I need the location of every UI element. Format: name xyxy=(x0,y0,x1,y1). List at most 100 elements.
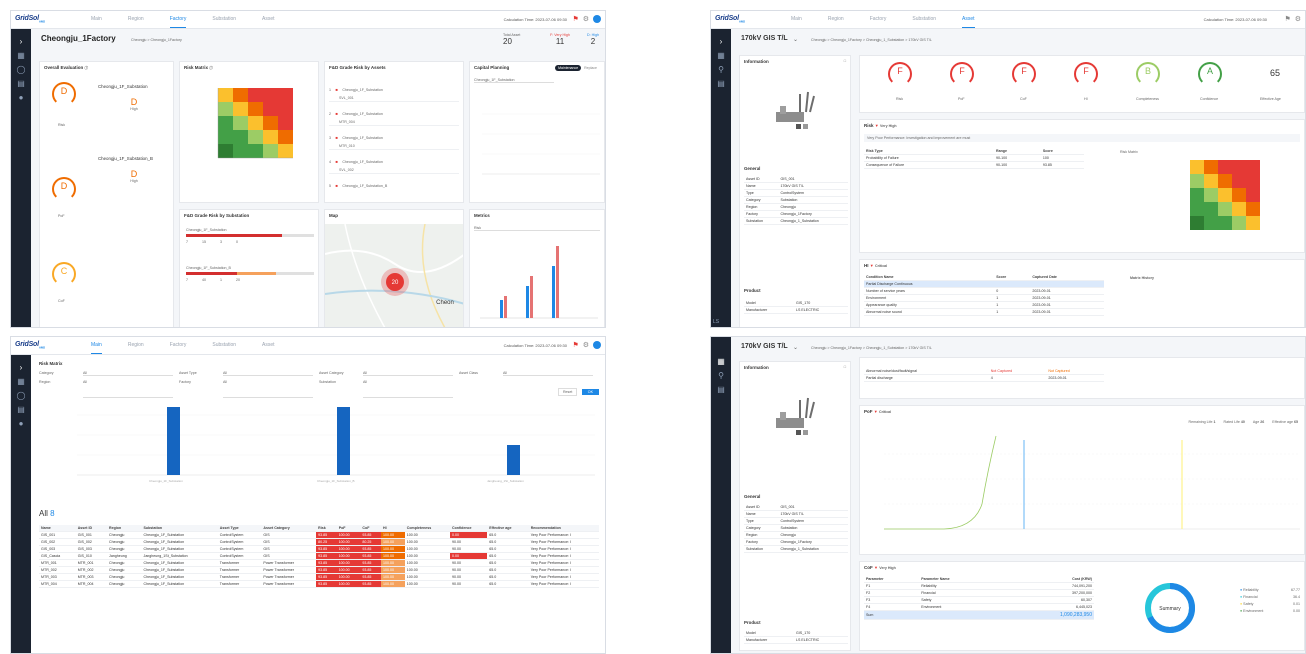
table-row[interactable]: MTR_004 MTR_004 Cheongju Cheongju_1F_Substa… xyxy=(39,580,599,588)
dashboard-icon[interactable]: ▦ xyxy=(11,49,31,63)
tab-main[interactable]: Main xyxy=(791,16,802,28)
table-icon[interactable]: ▤ xyxy=(11,403,31,417)
general-title: General xyxy=(744,166,761,171)
tab-main[interactable]: Main xyxy=(91,16,102,28)
region-filter[interactable]: Region All xyxy=(39,380,173,398)
menu-icon[interactable]: › xyxy=(711,35,731,49)
app-logo[interactable]: GridSolAMS xyxy=(715,15,745,23)
tab-substation[interactable]: Substation xyxy=(212,342,236,354)
user-avatar-icon[interactable] xyxy=(593,341,601,349)
cof-gauge: C xyxy=(52,262,76,286)
chevron-down-icon[interactable]: ⌄ xyxy=(793,36,798,43)
table-row[interactable]: Partial Discharge Continuous xyxy=(864,280,1104,288)
table-row[interactable]: MTR_002 MTR_002 Cheongju Cheongju_1F_Substa… xyxy=(39,566,599,574)
table-row[interactable]: Abnormal noise sound 1 2023-09-01 xyxy=(864,308,1104,316)
tab-region[interactable]: Region xyxy=(128,16,144,28)
menu-icon[interactable]: › xyxy=(11,35,31,49)
chevron-down-icon[interactable]: ⌄ xyxy=(793,344,798,351)
table-row: Factory Cheongju_1Factory xyxy=(744,538,848,546)
tab-substation[interactable]: Substation xyxy=(912,16,936,28)
tab-region[interactable]: Region xyxy=(128,342,144,354)
expand-icon[interactable]: □ xyxy=(844,59,846,63)
tab-asset[interactable]: Asset xyxy=(962,16,975,28)
expand-icon[interactable]: □ xyxy=(844,365,846,369)
list-item[interactable]: 5 ■ Cheongju_1F_Substation_B xyxy=(329,174,459,198)
factory-filter[interactable]: Factory All xyxy=(179,380,313,398)
table-row[interactable]: Environment 1 2023-09-01 xyxy=(864,294,1104,302)
tab-factory[interactable]: Factory xyxy=(870,16,887,28)
substation-item[interactable]: Cheongju_1F_Substation_B D High xyxy=(98,156,170,183)
reset-button[interactable]: Reset xyxy=(557,388,578,396)
table-row: F4 Environment 6,445,023 xyxy=(864,603,1094,611)
tab-asset[interactable]: Asset xyxy=(262,16,275,28)
info-icon[interactable]: ⓘ xyxy=(85,66,89,70)
bell-icon[interactable]: ⚑ xyxy=(1284,15,1290,23)
globe-icon[interactable]: ◯ xyxy=(11,389,31,403)
tab-factory[interactable]: Factory xyxy=(169,16,187,28)
gear-icon[interactable]: ⚙ xyxy=(583,341,589,349)
dashboard-icon[interactable]: ▦ xyxy=(711,49,731,63)
gear-icon[interactable]: ⚙ xyxy=(583,15,589,23)
map-title: Map xyxy=(329,213,338,218)
list-item[interactable]: 4 ■ Cheongju_1F_Substation SVL_002 xyxy=(329,150,459,174)
general-table: Asset ID GIS_001 Name 170kV GIS T/L Type Co… xyxy=(744,176,848,225)
substation-item[interactable]: Cheongju_1F_Substation D High xyxy=(98,84,170,111)
table-icon[interactable]: ▤ xyxy=(11,77,31,91)
table-row[interactable]: Appearance quality 1 2023-09-01 xyxy=(864,301,1104,309)
capital-select[interactable]: Cheongju_1F_Substation xyxy=(474,78,554,83)
asset-class-filter[interactable]: Asset Class All xyxy=(459,371,593,376)
tab-substation[interactable]: Substation xyxy=(212,16,236,28)
app-logo[interactable]: GridSolAMS xyxy=(15,15,45,23)
bell-icon[interactable]: ⚑ xyxy=(572,15,578,23)
search-icon[interactable]: ⚲ xyxy=(711,63,731,77)
list-item[interactable]: 1 ■ Cheongju_1F_Substation SVL_001 xyxy=(329,78,459,102)
risk-matrix-label: Risk Matrix xyxy=(1120,150,1138,154)
gear-icon[interactable]: ⚙ xyxy=(1295,15,1301,23)
table-row[interactable]: GIS_003 GIS_003 Cheongju Cheongju_1F_Substa… xyxy=(39,545,599,553)
all-count: All 8 xyxy=(39,509,55,518)
user-avatar-icon[interactable] xyxy=(593,15,601,23)
dashboard-icon[interactable]: ▦ xyxy=(711,355,731,369)
search-icon[interactable]: ⚲ xyxy=(711,369,731,383)
table-row[interactable]: Number of service years 0 2023-09-01 xyxy=(864,287,1104,295)
map-view[interactable]: 20 Cheon xyxy=(325,224,464,328)
risk-badge: Very High xyxy=(880,124,897,128)
substation-filter[interactable]: Substation All xyxy=(319,380,453,398)
dashboard-icon[interactable]: ▦ xyxy=(11,375,31,389)
asset-category-filter[interactable]: Asset Category All xyxy=(319,371,453,376)
maintenance-toggle[interactable]: Maintenance xyxy=(555,65,582,71)
asset-type-filter[interactable]: Asset Type All xyxy=(179,371,313,376)
menu-icon[interactable]: › xyxy=(11,361,31,375)
table-row: Category Substation xyxy=(744,196,848,204)
app-logo[interactable]: GridSolAMS xyxy=(15,341,45,349)
map-pin-icon[interactable]: ● xyxy=(11,417,31,431)
metrics-select[interactable]: Risk xyxy=(474,226,600,231)
globe-icon[interactable]: ◯ xyxy=(11,63,31,77)
risk-gauge-label: Risk xyxy=(896,97,903,101)
bell-icon[interactable]: ⚑ xyxy=(572,341,578,349)
substation-risk-row[interactable]: Cheongju_1F_Substation_B 7 40 1 20 xyxy=(186,266,314,282)
table-row[interactable]: Partial discharge 4 2023-09-01 xyxy=(864,374,1104,382)
info-icon[interactable]: ⓘ xyxy=(209,66,213,70)
table-row: Manufacturer LS ELECTRIC xyxy=(744,636,848,644)
list-item[interactable]: 3 ■ Cheongju_1F_Substation MTR_010 xyxy=(329,126,459,150)
table-icon[interactable]: ▤ xyxy=(711,383,731,397)
table-icon[interactable]: ▤ xyxy=(711,77,731,91)
table-row[interactable]: GIS_Cascia GIS_010 Jangheung Jangheung_1St_… xyxy=(39,552,599,560)
tab-asset[interactable]: Asset xyxy=(262,342,275,354)
tab-main[interactable]: Main xyxy=(91,342,102,354)
chevron-down-icon[interactable]: ⌄ xyxy=(103,36,108,43)
substation-risk-row[interactable]: Cheongju_1F_Substation 7 15 3 0 xyxy=(186,228,314,244)
table-row[interactable]: MTR_003 MTR_003 Cheongju Cheongju_1F_Substa… xyxy=(39,573,599,581)
list-item[interactable]: 2 ■ Cheongju_1F_Substation MTR_004 xyxy=(329,102,459,126)
bar-cheongju-1f-b xyxy=(337,407,350,475)
table-row[interactable]: GIS_001 GIS_001 Cheongju Cheongju_1F_Substa… xyxy=(39,531,599,539)
tab-region[interactable]: Region xyxy=(828,16,844,28)
tab-factory[interactable]: Factory xyxy=(170,342,187,354)
table-row[interactable]: GIS_002 GIS_002 Cheongju Cheongju_1F_Substa… xyxy=(39,538,599,546)
replace-toggle[interactable]: Replace xyxy=(581,65,600,71)
map-pin-icon[interactable]: ● xyxy=(11,91,31,105)
table-row[interactable]: MTR_001 MTR_001 Cheongju Cheongju_1F_Substa… xyxy=(39,559,599,567)
search-button[interactable]: OK xyxy=(581,389,599,395)
category-filter[interactable]: Category All xyxy=(39,371,173,376)
